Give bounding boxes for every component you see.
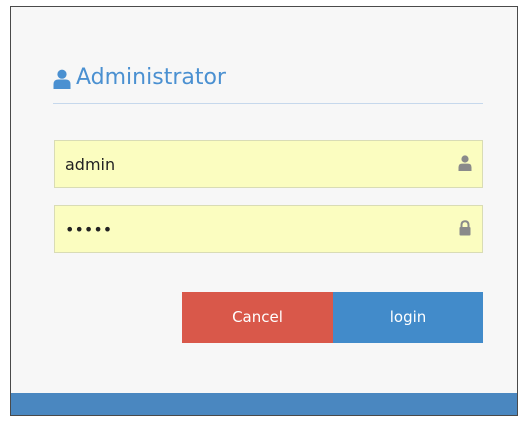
- panel-header: Administrator: [53, 64, 483, 104]
- user-icon: [458, 155, 472, 171]
- username-field: [54, 140, 483, 188]
- user-icon: [53, 69, 71, 89]
- password-field: [54, 205, 483, 253]
- panel-title: Administrator: [76, 65, 226, 90]
- cancel-button[interactable]: Cancel: [182, 292, 333, 343]
- password-input[interactable]: [55, 206, 482, 252]
- username-input[interactable]: [55, 141, 482, 187]
- footer-bar: [11, 393, 517, 415]
- login-panel: Administrator Cancel login: [10, 6, 518, 416]
- lock-icon: [458, 220, 472, 236]
- login-button[interactable]: login: [333, 292, 483, 343]
